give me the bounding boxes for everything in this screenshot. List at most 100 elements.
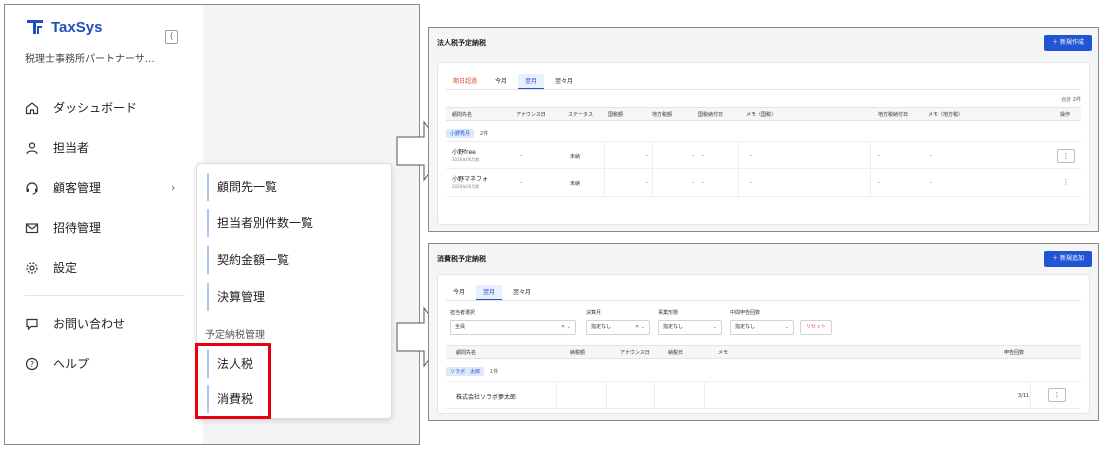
national-pay-date: - [702,153,704,159]
row-menu-button[interactable]: ⋮ [1057,176,1075,190]
column-header: 納税額 [570,350,586,356]
column-divider [556,381,557,409]
brand-name: TaxSys [51,18,103,36]
local-pay-date: - [878,180,880,186]
client-name[interactable]: 株式会社ソラボ夢太郎 [456,392,516,401]
national-memo: - [750,180,752,186]
submenu-item-staff-counts[interactable]: 担当者別件数一覧 [207,209,383,237]
submenu-item-contract-amounts[interactable]: 契約金額一覧 [207,246,383,274]
create-new-button[interactable]: ＋ 新規作成 [1044,35,1092,51]
tab-this-month[interactable]: 今月 [446,285,472,300]
submenu-group-label: 予定納税管理 [205,330,265,341]
nav-settings[interactable]: 設定 [25,259,185,276]
table-header: 顧問先名 アナウンス日 ステータス 国税額 地方税額 国税納付日 メモ（国税） … [446,107,1081,121]
nav-help[interactable]: ? ヘルプ [25,355,185,372]
nav-staff[interactable]: 担当者 [25,139,185,156]
column-divider [738,141,739,197]
announce-date: - [520,153,522,159]
tab-next-month[interactable]: 翌月 [518,74,545,89]
panel-title: 消費税予定納税 [437,255,486,263]
submenu-item-settlement[interactable]: 決算管理 [207,283,383,311]
tab-this-month[interactable]: 今月 [488,74,514,89]
tab-overdue[interactable]: 期日超過 [446,74,484,89]
period-tabs: 今月 翌月 翌々月 [446,285,538,300]
svg-text:?: ? [30,359,34,368]
column-header: 申告回数 [1004,350,1025,356]
brand[interactable]: TaxSys [25,17,102,37]
filter-label: 事業形態 [658,310,679,316]
group-count: 2件 [480,131,489,137]
table-row[interactable]: 小野マネフォ 2026年06月期 - 未納 - - - - - - ⋮ [446,169,1081,197]
select-value: 指定なし [735,324,756,330]
panel-title: 法人税予定納税 [437,39,486,47]
column-header: アナウンス日 [620,350,650,356]
row-menu-button[interactable]: ⋮ [1048,388,1066,402]
national-pay-date: - [702,180,704,186]
column-header: 国税納付日 [698,112,724,118]
tab-next-month[interactable]: 翌月 [476,285,503,300]
table-header: 顧問先名 納税額 アナウンス日 納税日 メモ 申告回数 [446,345,1081,359]
interim-count-select[interactable]: 指定なし ⌄ [730,320,794,335]
nav-label: ダッシュボード [53,101,138,115]
column-header: メモ（国税） [746,112,777,118]
chat-icon [26,318,38,330]
reset-button[interactable]: リセット [800,320,833,335]
nav-label: ヘルプ [53,357,90,371]
group-count: 1件 [490,369,499,375]
nav-dashboard[interactable]: ダッシュボード [25,99,185,116]
filter-label: 担当者選択 [450,310,476,316]
column-header: 納税日 [668,350,684,356]
select-value: 指定なし [591,324,612,330]
nav-divider [25,295,185,296]
headset-icon [26,181,38,194]
tab-month-after-next[interactable]: 翌々月 [548,74,580,89]
tab-month-after-next[interactable]: 翌々月 [506,285,538,300]
corporate-tax-card: 期日超過 今月 翌月 翌々月 合計 2件 顧問先名 アナウンス日 ステータス 国… [437,62,1090,225]
nav-label: お問い合わせ [53,317,126,331]
collapse-sidebar-button[interactable]: ⟨ [165,30,178,44]
column-divider [652,141,653,197]
column-header: ステータス [568,112,594,118]
national-tax: - [646,153,648,159]
add-new-button[interactable]: ＋ 新規追加 [1044,251,1092,267]
consumption-tax-card: 今月 翌月 翌々月 担当者選択 全員 ✕ ⌄ 決算月 指定なし ✕ ⌄ 事業形態… [437,274,1090,414]
taxsys-logo-icon [27,20,43,34]
client-name[interactable]: 小野マネフォ [452,174,488,183]
column-divider [870,141,871,197]
column-header: メモ（地方税） [928,112,964,118]
filter-label: 中間申告回数 [730,310,761,316]
user-icon [26,141,38,154]
submenu-item-client-list[interactable]: 顧問先一覧 [207,173,383,201]
nav-contact[interactable]: お問い合わせ [25,315,185,332]
staff-select[interactable]: 全員 ✕ ⌄ [450,320,576,335]
business-type-select[interactable]: 指定なし ⌄ [658,320,722,335]
local-tax: - [692,180,694,186]
filter-label: 決算月 [586,310,602,316]
column-header: 国税額 [608,112,624,118]
total-count: 合計 2件 [1061,97,1081,103]
column-divider [606,381,607,409]
table-row[interactable]: 小野free 2026年06月期 - 未納 - - - - - - ⋮ [446,141,1081,169]
sidebar: TaxSys ⟨ 税理士事務所パートナーサ… ダッシュボード 担当者 顧客管理 … [5,5,203,444]
column-header: 顧問先名 [456,350,477,356]
chevron-down-icon[interactable]: ⌄ [713,321,717,334]
staff-chip: 小野秀月 [446,129,475,138]
highlight-box [195,343,271,419]
client-name[interactable]: 小野free [452,147,476,156]
clear-dropdown-icon[interactable]: ✕ ⌄ [635,321,645,334]
table-row[interactable]: 株式会社ソラボ夢太郎 3/11 ⋮ [446,381,1081,409]
local-memo: - [930,180,932,186]
staff-chip: ソラボ 太郎 [446,367,485,376]
clear-dropdown-icon[interactable]: ✕ ⌄ [561,321,571,334]
nav-invitations[interactable]: 招待管理 [25,219,185,236]
chevron-down-icon[interactable]: ⌄ [785,321,789,334]
nav-label: 顧客管理 [53,181,102,195]
column-header: 地方税納付日 [878,112,909,118]
fiscal-month-select[interactable]: 指定なし ✕ ⌄ [586,320,650,335]
nav-customers[interactable]: 顧客管理 › [25,179,185,196]
select-value: 指定なし [663,324,684,330]
row-menu-button[interactable]: ⋮ [1057,149,1075,163]
national-memo: - [750,153,752,159]
nav-label: 招待管理 [53,221,102,235]
national-tax: - [646,180,648,186]
